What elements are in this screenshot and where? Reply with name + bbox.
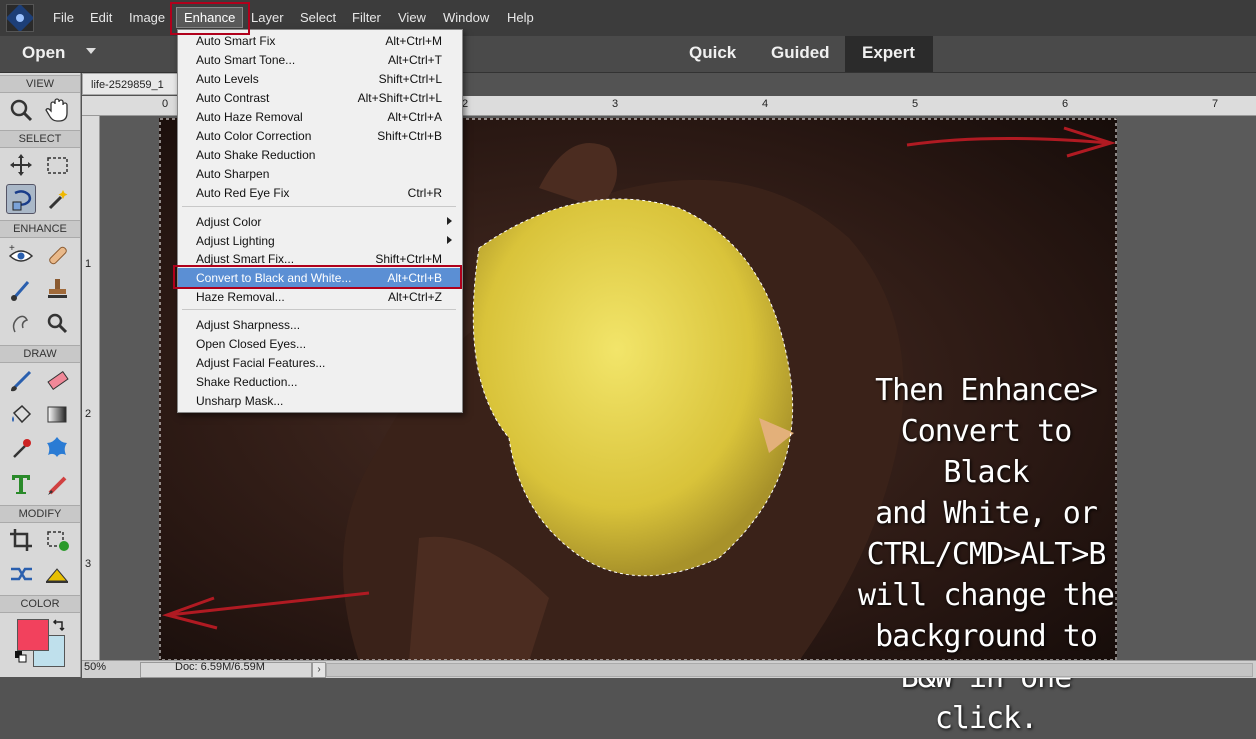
section-enhance-label: ENHANCE <box>0 220 80 238</box>
zoom-tool-icon[interactable] <box>6 95 36 125</box>
paint-bucket-tool-icon[interactable] <box>6 399 36 429</box>
menu-item-open-closed-eyes[interactable]: Open Closed Eyes... <box>178 334 460 353</box>
menu-select[interactable]: Select <box>300 10 336 25</box>
content-aware-move-tool-icon[interactable] <box>6 559 36 589</box>
open-button[interactable]: Open <box>22 43 65 63</box>
tutorial-annotation: Then Enhance> Convert to Black and White… <box>850 370 1122 739</box>
menu-help[interactable]: Help <box>507 10 534 25</box>
ruler-v-2: 2 <box>85 408 92 420</box>
menu-item-auto-color-correction[interactable]: Auto Color Correction Shift+Ctrl+B <box>178 126 460 145</box>
ruler-h-0: 0 <box>162 98 169 110</box>
annotation-line: background to <box>875 619 1098 654</box>
menu-item-auto-levels[interactable]: Auto Levels Shift+Ctrl+L <box>178 69 460 88</box>
smart-brush-tool-icon[interactable] <box>6 274 36 304</box>
annotation-line: will change the <box>858 578 1115 613</box>
document-tab[interactable]: life-2529859_1 <box>82 73 182 95</box>
section-select-label: SELECT <box>0 130 80 148</box>
eye-tool-icon[interactable]: + <box>6 240 36 270</box>
lasso-tool-icon[interactable] <box>6 184 36 214</box>
annotation-line: Then Enhance> <box>875 373 1098 408</box>
menu-item-auto-smart-tone[interactable]: Auto Smart Tone... Alt+Ctrl+T <box>178 50 460 69</box>
gradient-tool-icon[interactable] <box>42 399 72 429</box>
menu-file[interactable]: File <box>53 10 74 25</box>
brush-tool-icon[interactable] <box>6 365 36 395</box>
foreground-color-swatch[interactable] <box>17 619 49 651</box>
menu-item-auto-haze-removal[interactable]: Auto Haze Removal Alt+Ctrl+A <box>178 107 460 126</box>
enhance-menu-highlight-box <box>170 2 250 35</box>
section-view-label: VIEW <box>0 75 80 93</box>
menu-item-adjust-lighting[interactable]: Adjust Lighting <box>178 231 460 250</box>
pencil-tool-icon[interactable] <box>42 469 72 499</box>
annotation-line: and White, or <box>875 496 1098 531</box>
default-colors-icon[interactable] <box>14 650 28 664</box>
ruler-h-5: 5 <box>912 98 919 110</box>
section-draw-label: DRAW <box>0 345 80 363</box>
ruler-v-3: 3 <box>85 558 92 570</box>
sponge-tool-icon[interactable] <box>42 308 72 338</box>
menu-filter[interactable]: Filter <box>352 10 381 25</box>
clone-stamp-tool-icon[interactable] <box>42 274 72 304</box>
ruler-h-6: 6 <box>1062 98 1069 110</box>
menu-item-haze-removal[interactable]: Haze Removal... Alt+Ctrl+Z <box>178 287 460 306</box>
annotation-line: CTRL/CMD>ALT>B <box>866 537 1107 572</box>
menu-view[interactable]: View <box>398 10 426 25</box>
enhance-menu-dropdown: Auto Smart Fix Alt+Ctrl+M Auto Smart Tone… <box>177 29 463 413</box>
ruler-h-3: 3 <box>612 98 619 110</box>
mode-expert-tab[interactable]: Expert <box>862 43 915 63</box>
menu-item-adjust-sharpness[interactable]: Adjust Sharpness... <box>178 315 460 334</box>
straighten-tool-icon[interactable] <box>42 559 72 589</box>
chevron-down-icon[interactable] <box>86 48 96 54</box>
blur-tool-icon[interactable] <box>6 308 36 338</box>
menu-item-shake-reduction[interactable]: Shake Reduction... <box>178 372 460 391</box>
eraser-tool-icon[interactable] <box>42 365 72 395</box>
menu-item-auto-red-eye-fix[interactable]: Auto Red Eye Fix Ctrl+R <box>178 183 460 202</box>
status-menu-arrow-icon[interactable]: › <box>312 662 326 678</box>
svg-text:+: + <box>9 243 15 254</box>
menu-item-auto-sharpen[interactable]: Auto Sharpen <box>178 164 460 183</box>
spot-healing-tool-icon[interactable] <box>42 240 72 270</box>
section-color-label: COLOR <box>0 595 80 613</box>
menu-item-unsharp-mask[interactable]: Unsharp Mask... <box>178 391 460 410</box>
app-logo-icon[interactable] <box>5 3 35 33</box>
ruler-h-4: 4 <box>762 98 769 110</box>
ruler-h-7: 7 <box>1212 98 1219 110</box>
menu-image[interactable]: Image <box>129 10 165 25</box>
toolbox: VIEW SELECT ENHANCE + DRAW MODIFY COLOR <box>0 73 81 677</box>
menu-item-auto-contrast[interactable]: Auto Contrast Alt+Shift+Ctrl+L <box>178 88 460 107</box>
type-tool-icon[interactable] <box>6 469 36 499</box>
submenu-arrow-icon <box>447 217 452 225</box>
mode-quick-tab[interactable]: Quick <box>689 43 736 63</box>
eyedropper-tool-icon[interactable] <box>6 433 36 463</box>
move-tool-icon[interactable] <box>6 150 36 180</box>
menu-item-auto-shake-reduction[interactable]: Auto Shake Reduction <box>178 145 460 164</box>
menu-item-adjust-color[interactable]: Adjust Color <box>178 212 460 231</box>
hand-tool-icon[interactable] <box>42 95 72 125</box>
magic-wand-tool-icon[interactable] <box>42 184 72 214</box>
annotation-line: Convert to Black <box>900 414 1073 490</box>
menu-item-adjust-facial-features[interactable]: Adjust Facial Features... <box>178 353 460 372</box>
submenu-arrow-icon <box>447 236 452 244</box>
menu-edit[interactable]: Edit <box>90 10 112 25</box>
ruler-v-1: 1 <box>85 258 92 270</box>
menu-separator <box>182 206 456 207</box>
doc-size-readout: Doc: 6.59M/6.59M <box>175 661 265 673</box>
crop-tool-icon[interactable] <box>6 525 36 555</box>
vertical-ruler: 1 2 3 <box>82 116 100 661</box>
section-modify-label: MODIFY <box>0 505 80 523</box>
marquee-tool-icon[interactable] <box>42 150 72 180</box>
menu-layer[interactable]: Layer <box>251 10 284 25</box>
convert-bw-highlight-box <box>173 265 462 289</box>
swap-colors-icon[interactable] <box>52 618 66 632</box>
menu-window[interactable]: Window <box>443 10 489 25</box>
custom-shape-tool-icon[interactable] <box>42 433 72 463</box>
horizontal-scrollbar[interactable] <box>326 663 1253 677</box>
zoom-level: 50% <box>84 661 107 673</box>
menu-separator <box>182 309 456 310</box>
recompose-tool-icon[interactable] <box>42 525 72 555</box>
mode-guided-tab[interactable]: Guided <box>771 43 830 63</box>
